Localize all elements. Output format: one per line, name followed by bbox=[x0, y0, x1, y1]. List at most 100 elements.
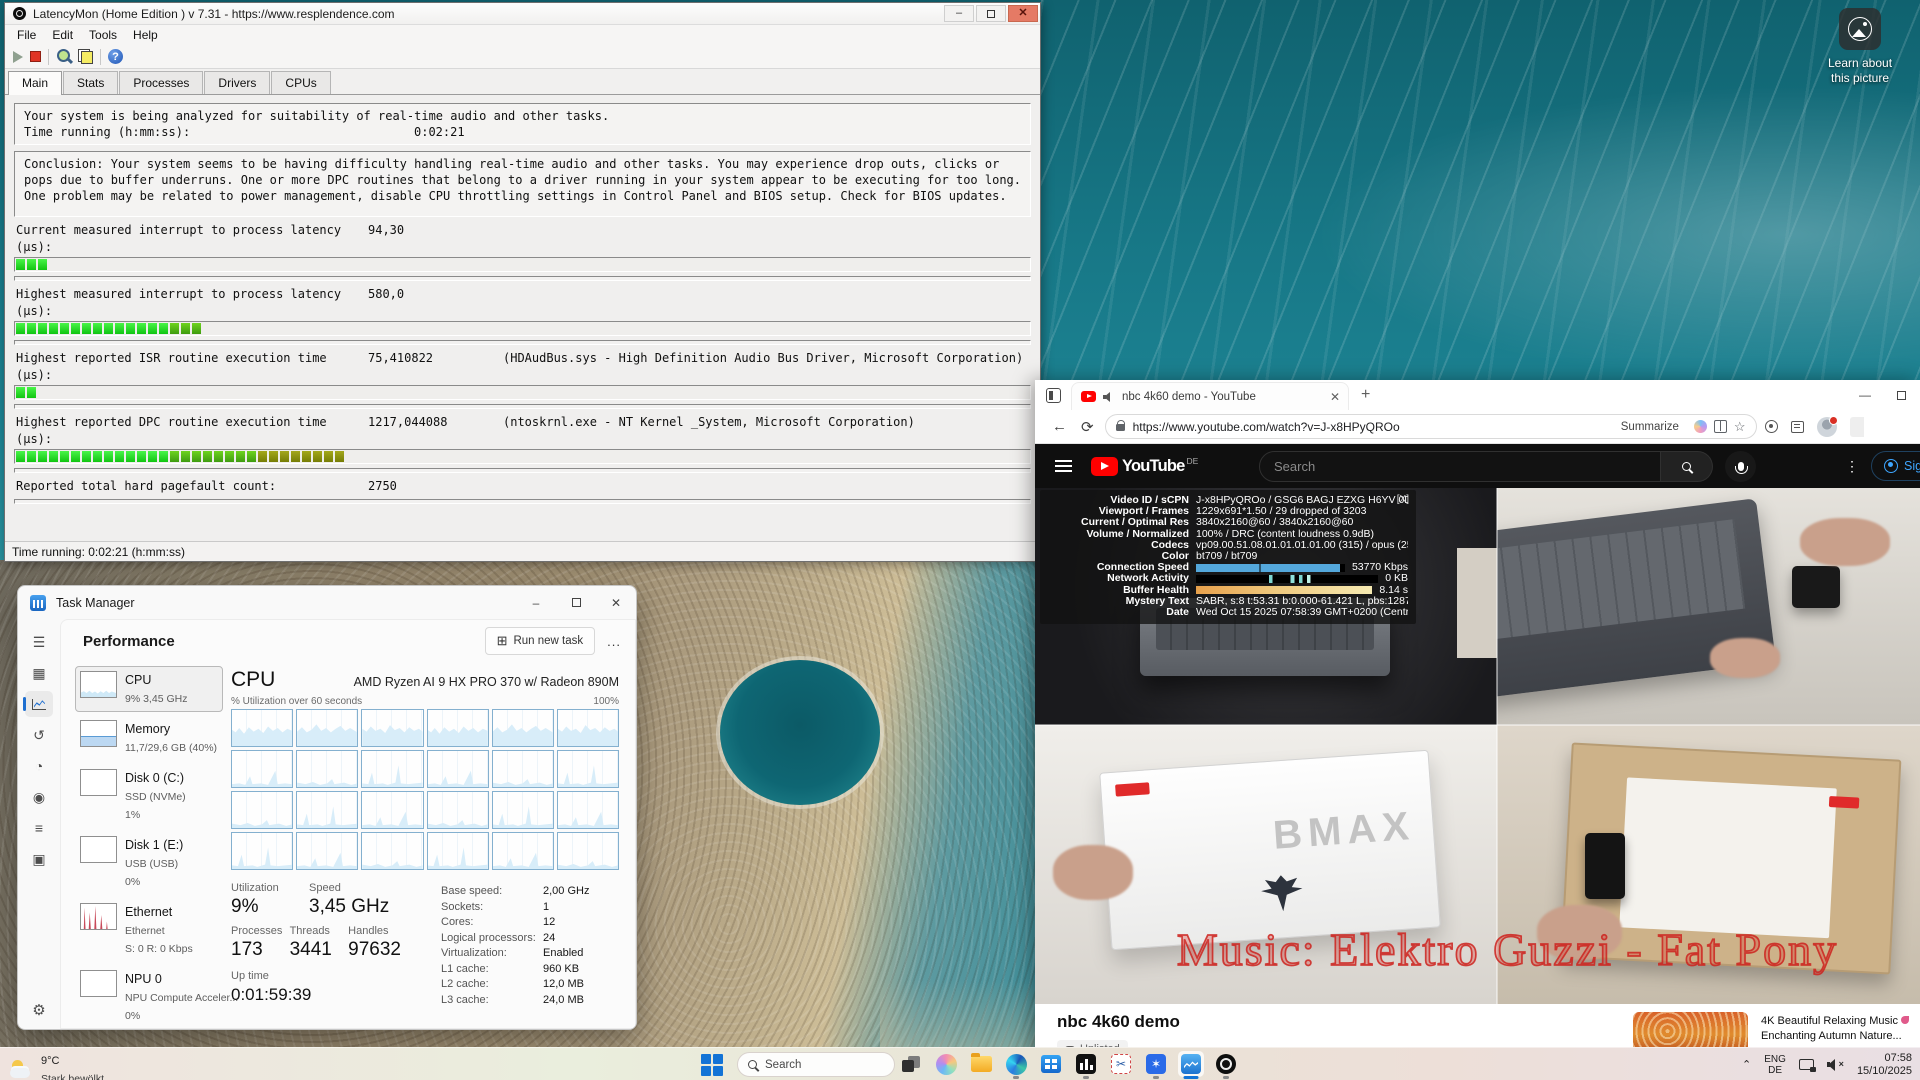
copilot-button[interactable] bbox=[933, 1051, 959, 1077]
url-text[interactable]: https://www.youtube.com/watch?v=J-x8HPyQ… bbox=[1133, 420, 1621, 434]
network-icon[interactable] bbox=[1799, 1059, 1814, 1070]
analyze-icon[interactable] bbox=[56, 49, 71, 64]
new-tab-button[interactable]: + bbox=[1361, 386, 1370, 404]
tab-drivers[interactable]: Drivers bbox=[204, 71, 270, 94]
detail-label: Base speed: bbox=[441, 884, 543, 900]
detail-label: Cores: bbox=[441, 915, 543, 931]
tab-close-icon[interactable]: ✕ bbox=[1330, 390, 1340, 404]
menu-file[interactable]: File bbox=[9, 26, 44, 44]
taskbar-search[interactable]: Search bbox=[737, 1052, 895, 1077]
latencymon-titlebar[interactable]: LatencyMon (Home Edition ) v 7.31 - http… bbox=[5, 3, 1040, 25]
tab-processes[interactable]: Processes bbox=[119, 71, 203, 94]
minimize-button[interactable]: – bbox=[516, 588, 556, 618]
nav-users-icon[interactable]: ◉ bbox=[25, 784, 53, 810]
split-screen-icon[interactable] bbox=[1714, 420, 1727, 433]
help-icon[interactable]: ? bbox=[108, 49, 123, 64]
settings-gear-icon[interactable]: ⚙ bbox=[18, 1001, 60, 1019]
address-bar[interactable]: https://www.youtube.com/watch?v=J-x8HPyQ… bbox=[1105, 414, 1757, 439]
more-options-button[interactable]: ... bbox=[607, 634, 621, 649]
sidebar-item-npu[interactable]: NPU 0 NPU Compute Acceler... 0% bbox=[75, 965, 223, 1029]
maximize-button[interactable] bbox=[556, 588, 596, 618]
copilot-icon[interactable] bbox=[1694, 420, 1707, 433]
maximize-button[interactable] bbox=[976, 5, 1006, 22]
picture-icon[interactable] bbox=[1839, 8, 1881, 50]
tray-expand-icon[interactable]: ⌃ bbox=[1742, 1058, 1751, 1071]
network-activity-bar bbox=[1196, 575, 1378, 583]
task-manager-icon bbox=[1181, 1054, 1201, 1074]
tab-actions-icon[interactable] bbox=[1046, 388, 1061, 403]
recommendation-title[interactable]: 4K Beautiful Relaxing Music Enchanting A… bbox=[1761, 1014, 1913, 1044]
tab-audio-icon[interactable] bbox=[1103, 392, 1115, 402]
latencymon-button[interactable] bbox=[1213, 1051, 1239, 1077]
menu-help[interactable]: Help bbox=[125, 26, 166, 44]
audio-app-button[interactable] bbox=[1073, 1051, 1099, 1077]
spotlight-label-line1: Learn about bbox=[1800, 56, 1920, 71]
sign-in-button[interactable]: Sign in bbox=[1871, 451, 1920, 481]
sidebar-item-memory[interactable]: Memory 11,7/29,6 GB (40%) bbox=[75, 715, 223, 761]
favorite-star-icon[interactable]: ☆ bbox=[1734, 419, 1746, 435]
close-button[interactable]: ✕ bbox=[1008, 5, 1038, 22]
summarize-button[interactable]: Summarize bbox=[1621, 421, 1679, 433]
nav-startup-icon[interactable]: ◔ bbox=[25, 753, 53, 779]
nav-details-icon[interactable]: ≡ bbox=[25, 815, 53, 841]
refresh-icon[interactable]: ⟳ bbox=[1081, 418, 1094, 436]
weather-widget[interactable]: 9°C Stark bewölkt bbox=[10, 1051, 104, 1080]
minimize-button[interactable]: – bbox=[944, 5, 974, 22]
lock-icon bbox=[1116, 423, 1125, 431]
youtube-more-icon[interactable]: ⋮ bbox=[1845, 458, 1860, 475]
stats-close-button[interactable]: [X] bbox=[1397, 494, 1409, 505]
password-profile-icon[interactable] bbox=[1765, 420, 1778, 433]
menu-tools[interactable]: Tools bbox=[81, 26, 125, 44]
copy-report-icon[interactable] bbox=[78, 49, 93, 64]
start-monitor-icon[interactable] bbox=[13, 51, 23, 63]
quadrant-divider bbox=[1035, 724, 1920, 726]
file-explorer-button[interactable] bbox=[968, 1051, 994, 1077]
taskbar: 9°C Stark bewölkt Search ✂ ✶ ⌃ ENG DE bbox=[0, 1047, 1920, 1080]
browser-menu-icon[interactable] bbox=[1850, 417, 1864, 437]
task-manager-button[interactable] bbox=[1178, 1051, 1204, 1077]
profile-avatar[interactable] bbox=[1817, 417, 1837, 437]
clock[interactable]: 07:58 15/10/2025 bbox=[1857, 1052, 1912, 1078]
collections-icon[interactable] bbox=[1791, 421, 1804, 433]
sidebar-item-cpu[interactable]: CPU 9% 3,45 GHz bbox=[75, 666, 223, 712]
start-button[interactable] bbox=[700, 1053, 724, 1077]
youtube-menu-icon[interactable] bbox=[1055, 460, 1072, 472]
latencymon-window: LatencyMon (Home Edition ) v 7.31 - http… bbox=[4, 2, 1041, 562]
nav-app-history-icon[interactable]: ↺ bbox=[25, 722, 53, 748]
run-new-task-button[interactable]: ⊞ Run new task bbox=[485, 627, 596, 655]
video-player[interactable]: BMAX Music: Elektro Guzzi - Fat Pony [X]… bbox=[1035, 488, 1920, 1004]
nav-performance-icon[interactable] bbox=[25, 691, 53, 717]
back-icon[interactable]: ← bbox=[1052, 418, 1067, 435]
sidebar-item-disk0[interactable]: Disk 0 (C:) SSD (NVMe) 1% bbox=[75, 764, 223, 828]
stop-monitor-icon[interactable] bbox=[30, 51, 41, 62]
task-manager-titlebar[interactable]: Task Manager – ✕ bbox=[18, 586, 636, 619]
microsoft-store-button[interactable] bbox=[1038, 1051, 1064, 1077]
sidebar-item-ethernet[interactable]: Ethernet Ethernet S: 0 R: 0 Kbps bbox=[75, 898, 223, 962]
youtube-search-button[interactable] bbox=[1661, 451, 1713, 482]
youtube-search-input[interactable]: Search bbox=[1259, 451, 1661, 482]
youtube-wordmark[interactable]: YouTube bbox=[1122, 457, 1185, 476]
browser-tab[interactable]: nbc 4k60 demo - YouTube ✕ bbox=[1071, 382, 1349, 410]
weather-temp: 9°C bbox=[41, 1055, 59, 1067]
spotlight-desktop-icon[interactable]: Learn about this picture bbox=[1800, 8, 1920, 86]
utility-app-button[interactable]: ✶ bbox=[1143, 1051, 1169, 1077]
task-view-button[interactable] bbox=[898, 1051, 924, 1077]
hamburger-menu-icon[interactable]: ☰ bbox=[25, 629, 53, 655]
volume-muted-icon[interactable]: × bbox=[1827, 1059, 1844, 1071]
tab-main[interactable]: Main bbox=[8, 71, 62, 95]
language-indicator[interactable]: ENG DE bbox=[1764, 1054, 1786, 1076]
close-button[interactable]: ✕ bbox=[596, 588, 636, 618]
browser-maximize-button[interactable] bbox=[1897, 391, 1906, 400]
running-indicator bbox=[1013, 1076, 1019, 1079]
snipping-tool-button[interactable]: ✂ bbox=[1108, 1051, 1134, 1077]
nav-processes-icon[interactable]: ▦ bbox=[25, 660, 53, 686]
voice-search-button[interactable] bbox=[1725, 451, 1756, 482]
youtube-logo-icon[interactable] bbox=[1091, 457, 1118, 476]
browser-minimize-button[interactable]: — bbox=[1859, 388, 1871, 402]
tab-cpus[interactable]: CPUs bbox=[271, 71, 330, 94]
nav-services-icon[interactable]: ▣ bbox=[25, 846, 53, 872]
menu-edit[interactable]: Edit bbox=[44, 26, 81, 44]
sidebar-item-disk1[interactable]: Disk 1 (E:) USB (USB) 0% bbox=[75, 831, 223, 895]
tab-stats[interactable]: Stats bbox=[63, 71, 118, 94]
edge-button[interactable] bbox=[1003, 1051, 1029, 1077]
